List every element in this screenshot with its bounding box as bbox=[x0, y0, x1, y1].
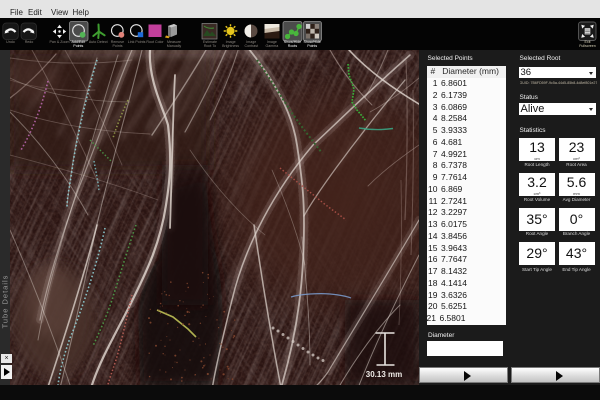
svg-text:30.13 mm: 30.13 mm bbox=[366, 370, 402, 379]
